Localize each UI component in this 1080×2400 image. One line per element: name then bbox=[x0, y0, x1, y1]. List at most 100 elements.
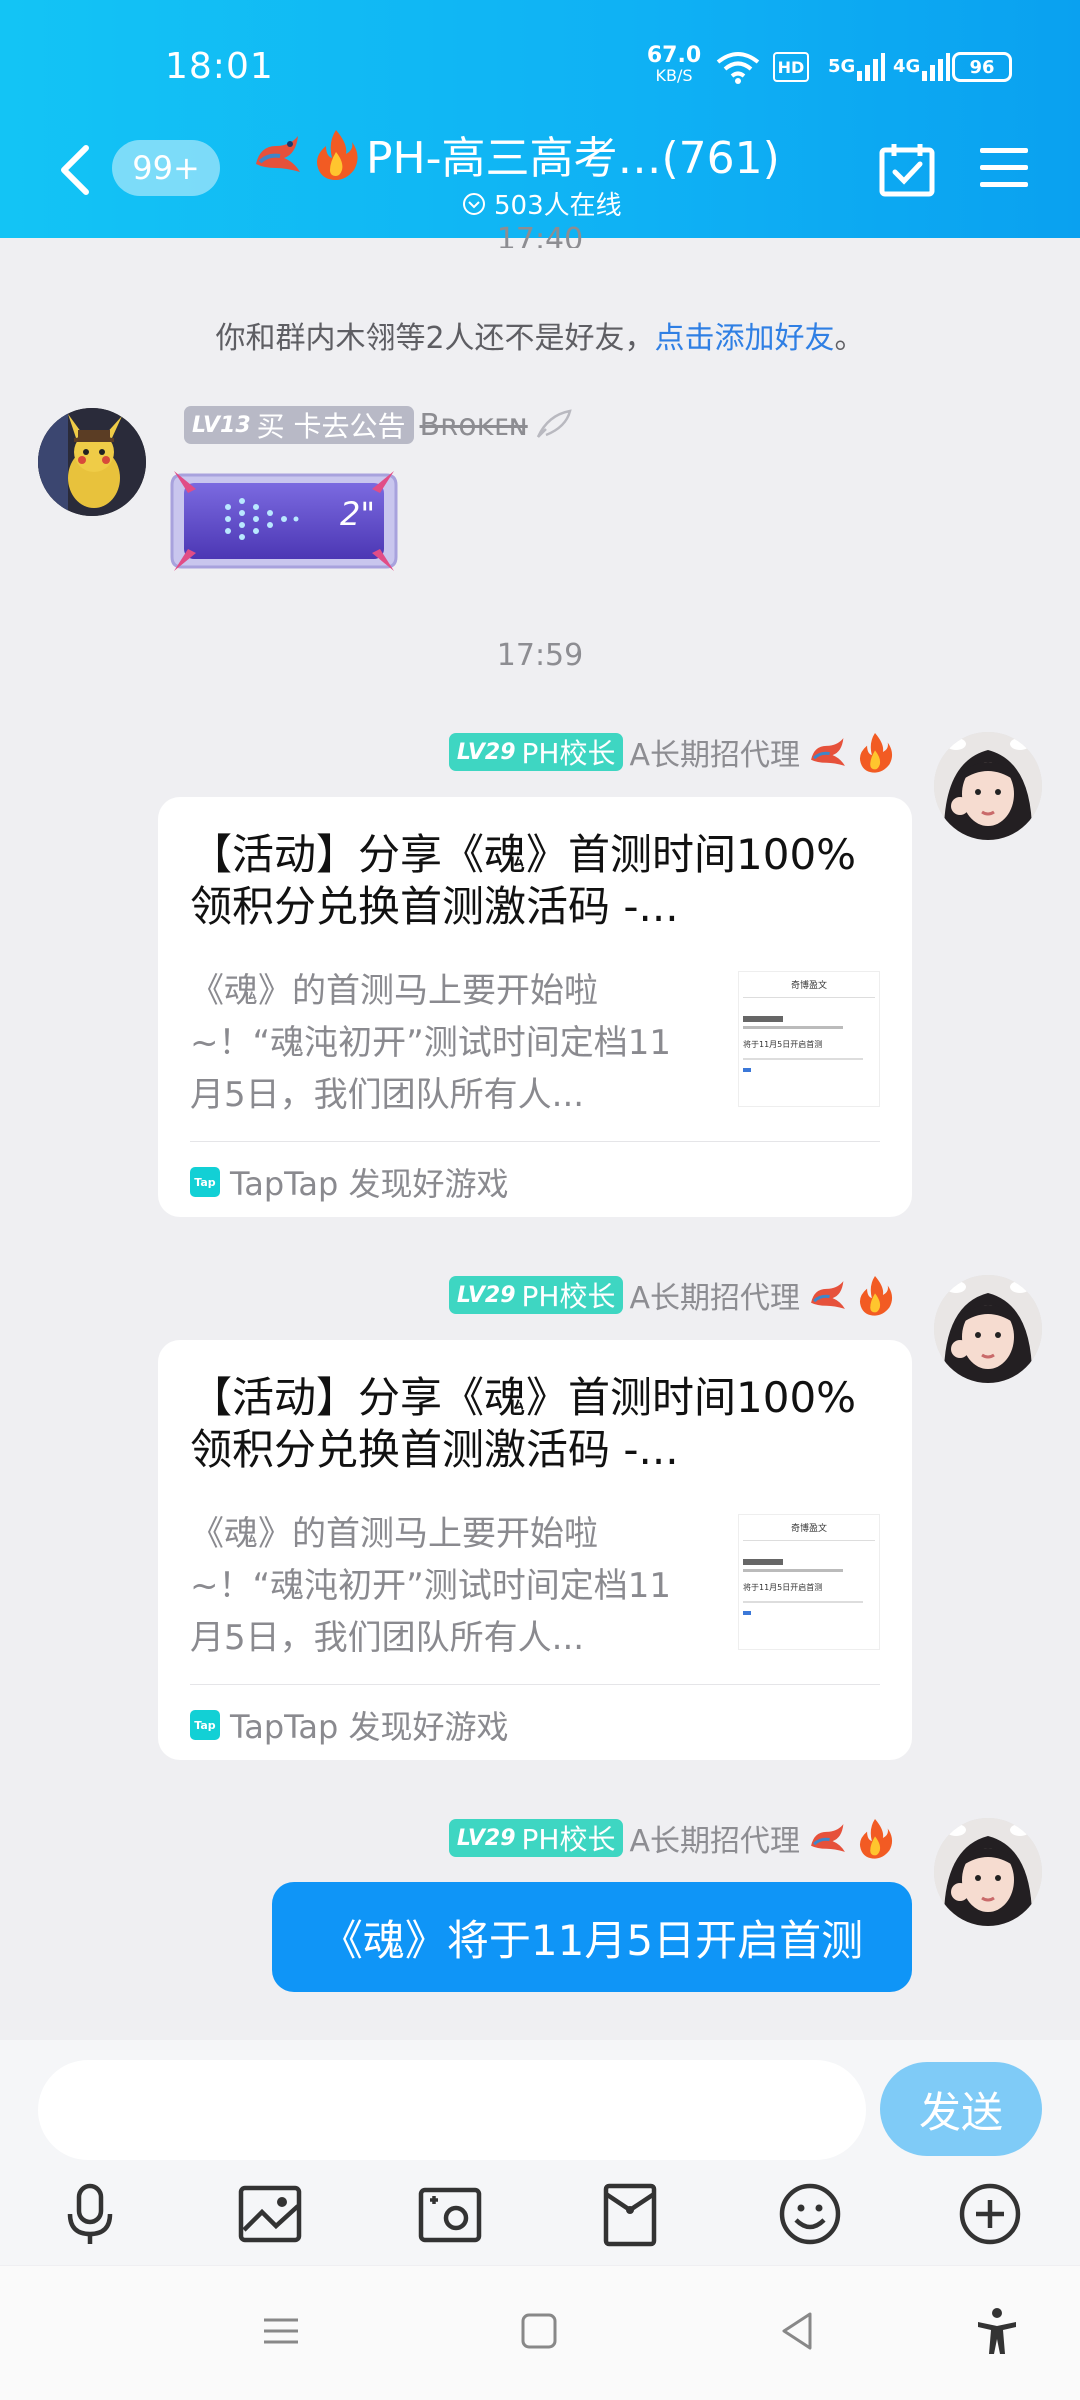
card-source-text: TapTap 发现好游戏 bbox=[230, 1165, 509, 1203]
fire-icon bbox=[317, 130, 358, 180]
link-card[interactable]: 【活动】分享《魂》首测时间100%领积分兑换首测激活码 -... 《魂》的首测马… bbox=[158, 797, 912, 1217]
dragon-icon bbox=[811, 1824, 845, 1852]
back-arrow-icon[interactable] bbox=[52, 140, 98, 200]
thumb-line: 将于11月5日开启首测 bbox=[743, 1583, 823, 1592]
signal-5g: 5G bbox=[828, 46, 886, 86]
avatar[interactable] bbox=[38, 408, 146, 516]
add-friend-link[interactable]: 点击添加好友 bbox=[655, 321, 835, 356]
chat-header: 18:01 67.0 KB/S HD 5G 4G 96 99+ PH-高三高考…… bbox=[0, 0, 1080, 238]
plus-icon[interactable] bbox=[956, 2180, 1024, 2248]
group-title[interactable]: PH-高三高考…(761) bbox=[250, 122, 780, 186]
level-badge: LV29 PH校长 bbox=[448, 1276, 624, 1314]
thumb-bar bbox=[743, 1559, 783, 1565]
thumb-line: 将于11月5日开启首测 bbox=[743, 1040, 823, 1049]
card-thumbnail: 奇博盈文 将于11月5日开启首测 bbox=[738, 1514, 880, 1650]
girl-avatar-image bbox=[934, 1275, 1042, 1383]
battery-indicator: 96 bbox=[952, 52, 1012, 82]
girl-avatar-image bbox=[934, 732, 1042, 840]
card-source: Tap TapTap 发现好游戏 bbox=[190, 1694, 509, 1756]
card-thumbnail: 奇博盈文 将于11月5日开启首测 bbox=[738, 971, 880, 1107]
hd-badge: HD bbox=[773, 52, 809, 82]
member-title: 买 卡去公告 bbox=[256, 410, 406, 443]
card-divider bbox=[190, 1141, 880, 1142]
input-area: 发送 bbox=[0, 2040, 1080, 2265]
girl-avatar-image bbox=[934, 1818, 1042, 1926]
member-title: PH校长 bbox=[521, 1280, 616, 1313]
avatar[interactable] bbox=[934, 1818, 1042, 1926]
signal-4g: 4G bbox=[893, 46, 951, 86]
sender-name[interactable]: A长期招代理 bbox=[629, 1816, 800, 1860]
dragon-icon bbox=[811, 1281, 845, 1309]
unread-count-badge[interactable]: 99+ bbox=[112, 140, 220, 196]
microphone-icon[interactable] bbox=[56, 2180, 124, 2248]
net-speed-unit: KB/S bbox=[655, 66, 693, 85]
time-label: 17:59 bbox=[496, 638, 584, 673]
text-message-bubble[interactable]: 《魂》将于11月5日开启首测 bbox=[272, 1882, 912, 1992]
dragon-icon bbox=[256, 136, 300, 172]
thumb-bar bbox=[743, 1058, 863, 1060]
signal-bars-icon bbox=[922, 53, 951, 81]
sender-name[interactable]: Bʀᴏᴋᴇɴ bbox=[420, 408, 528, 443]
emoji-icon[interactable] bbox=[776, 2180, 844, 2248]
thumb-bar bbox=[743, 1601, 863, 1603]
level-number: LV29 bbox=[456, 1282, 516, 1308]
thumb-divider bbox=[743, 1540, 875, 1541]
friend-tip-text: 你和群内木翎等2人还不是好友， bbox=[215, 321, 655, 356]
group-title-text: PH-高三高考…(761) bbox=[366, 133, 780, 184]
card-description: 《魂》的首测马上要开始啦~！“魂沌初开”测试时间定档11月5日，我们团队所有人.… bbox=[190, 1514, 671, 1658]
network-speed: 67.0 KB/S bbox=[646, 43, 702, 86]
thumb-bar bbox=[743, 1569, 843, 1572]
message-input[interactable] bbox=[38, 2060, 866, 2160]
chevron-down-circle-icon bbox=[463, 192, 485, 215]
pikachu-avatar-image bbox=[38, 408, 146, 516]
red-packet-icon[interactable] bbox=[596, 2180, 664, 2248]
wifi-icon bbox=[716, 52, 760, 84]
thumb-title: 奇博盈文 bbox=[790, 1524, 827, 1534]
level-number: LV29 bbox=[456, 1825, 516, 1851]
member-title: PH校长 bbox=[521, 1823, 616, 1856]
avatar[interactable] bbox=[934, 732, 1042, 840]
status-time: 18:01 bbox=[165, 46, 274, 87]
online-count: 503人在线 bbox=[494, 191, 622, 221]
card-source-text: TapTap 发现好游戏 bbox=[230, 1708, 509, 1746]
card-divider bbox=[190, 1684, 880, 1685]
online-status[interactable]: 503人在线 bbox=[462, 185, 622, 222]
voice-duration: 2" bbox=[340, 495, 376, 533]
accessibility-icon[interactable] bbox=[972, 2306, 1022, 2356]
card-description: 《魂》的首测马上要开始啦~！“魂沌初开”测试时间定档11月5日，我们团队所有人.… bbox=[190, 971, 671, 1115]
avatar[interactable] bbox=[934, 1275, 1042, 1383]
voice-message[interactable]: 2" bbox=[168, 465, 400, 577]
image-icon[interactable] bbox=[236, 2180, 304, 2248]
menu-nav-icon[interactable] bbox=[256, 2306, 306, 2356]
back-nav-icon[interactable] bbox=[772, 2306, 822, 2356]
thumb-bar bbox=[743, 1026, 843, 1029]
feather-icon bbox=[536, 409, 572, 438]
friend-tip: 你和群内木翎等2人还不是好友，点击添加好友。 bbox=[0, 313, 1080, 357]
sender-name[interactable]: A长期招代理 bbox=[629, 730, 800, 774]
card-title: 【活动】分享《魂》首测时间100%领积分兑换首测激活码 -... bbox=[190, 830, 857, 931]
signal-4g-label: 4G bbox=[893, 55, 921, 77]
partial-time-label: 17:40 bbox=[496, 222, 584, 248]
calendar-check-icon[interactable] bbox=[878, 140, 936, 198]
level-number: LV29 bbox=[456, 739, 516, 765]
sender-name[interactable]: A长期招代理 bbox=[629, 1273, 800, 1317]
thumb-bar bbox=[743, 1016, 783, 1022]
home-nav-icon[interactable] bbox=[514, 2306, 564, 2356]
fire-icon bbox=[859, 1276, 893, 1316]
signal-5g-label: 5G bbox=[828, 55, 856, 77]
send-button[interactable]: 发送 bbox=[880, 2062, 1042, 2156]
system-navigation-bar bbox=[0, 2266, 1080, 2400]
member-title: PH校长 bbox=[521, 737, 616, 770]
sender-namebar: LV29 PH校长 A长期招代理 bbox=[448, 1816, 894, 1860]
link-card[interactable]: 【活动】分享《魂》首测时间100%领积分兑换首测激活码 -... 《魂》的首测马… bbox=[158, 1340, 912, 1760]
thumb-divider bbox=[743, 997, 875, 998]
taptap-logo-icon: Tap bbox=[190, 1710, 220, 1740]
camera-icon[interactable] bbox=[416, 2180, 484, 2248]
thumb-bar bbox=[743, 1611, 751, 1615]
card-title: 【活动】分享《魂》首测时间100%领积分兑换首测激活码 -... bbox=[190, 1373, 857, 1474]
net-speed-value: 67.0 bbox=[646, 43, 702, 68]
level-badge: LV29 PH校长 bbox=[448, 733, 624, 771]
taptap-logo-icon: Tap bbox=[190, 1167, 220, 1197]
hamburger-menu-icon[interactable] bbox=[978, 142, 1030, 194]
thumb-bar bbox=[743, 1068, 751, 1072]
